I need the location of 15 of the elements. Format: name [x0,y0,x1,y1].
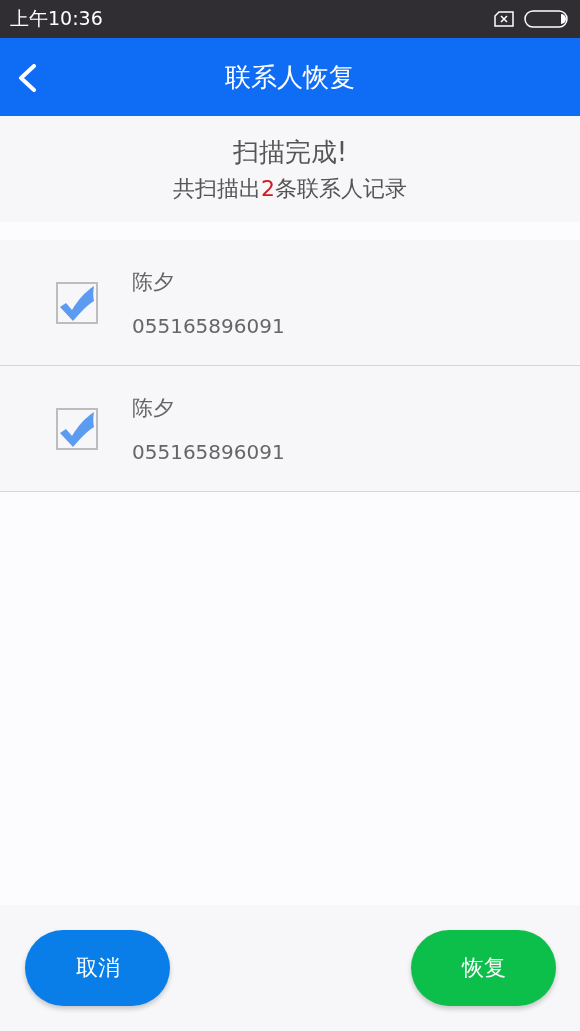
checkbox[interactable] [56,281,98,324]
battery-icon [524,10,568,28]
scan-status: 扫描完成! [232,135,348,169]
back-icon[interactable] [16,64,38,92]
cancel-button[interactable]: 取消 [25,930,170,1006]
scan-summary: 共扫描出2条联系人记录 [173,174,407,203]
status-time: 上午10:36 [10,6,103,31]
screen-title: 联系人恢复 [224,60,356,94]
checkbox[interactable] [56,407,98,450]
contact-phone: 055165896091 [132,313,285,338]
sim-icon [494,11,514,27]
confirm-button[interactable]: 恢复 [411,930,556,1006]
contact-name: 陈夕 [132,268,175,296]
contact-phone: 055165896091 [132,439,285,464]
contact-name: 陈夕 [132,394,175,422]
